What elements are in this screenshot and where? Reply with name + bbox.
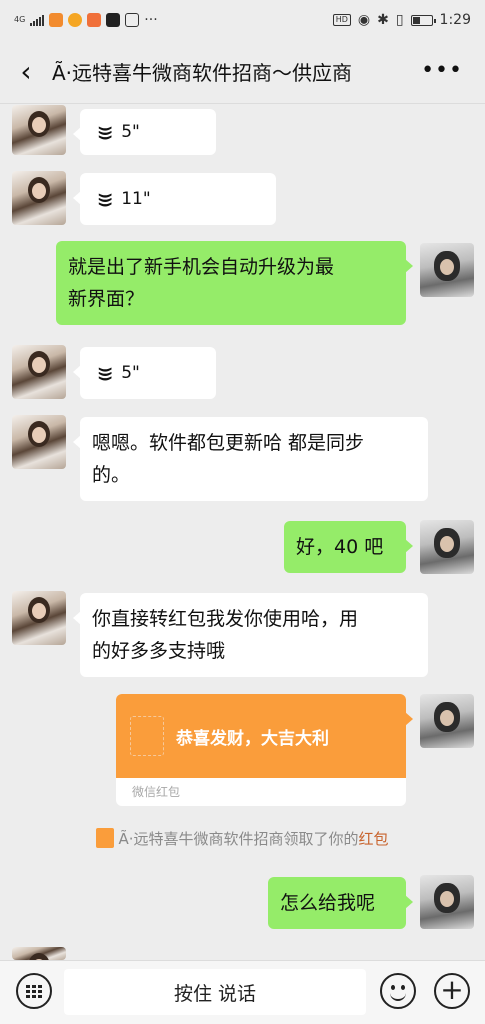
- vibrate-icon: ▯: [395, 12, 404, 28]
- voice-message[interactable]: ))) 11": [73, 173, 276, 225]
- red-packet-message[interactable]: 恭喜发财，大吉大利 微信红包: [116, 694, 406, 806]
- message-line: 你直接转红包我发你使用哈，用: [92, 608, 359, 630]
- message-line: 怎么给我呢: [280, 892, 376, 914]
- battery-icon: [410, 14, 436, 26]
- my-avatar[interactable]: [420, 243, 474, 297]
- eye-icon: ◉: [357, 12, 371, 28]
- red-packet-label: 微信红包: [132, 785, 181, 799]
- contact-avatar[interactable]: [12, 947, 66, 960]
- clock: 1:29: [439, 12, 471, 28]
- hold-to-talk-button[interactable]: 按住 说话: [64, 969, 366, 1015]
- emoji-button[interactable]: [380, 973, 416, 1009]
- contact-avatar[interactable]: [12, 345, 66, 399]
- app-notification-icon: [87, 13, 102, 27]
- signal-icon: [30, 14, 45, 26]
- message-line: 好，40 吧: [296, 536, 384, 558]
- keyboard-toggle-button[interactable]: [16, 973, 52, 1009]
- chat-title: Ã·远特喜牛微商软件招商～供应商: [52, 61, 353, 85]
- app-notification-icon: [125, 13, 140, 27]
- voice-duration: 5": [121, 363, 140, 383]
- red-packet-greeting: 恭喜发财，大吉大利: [176, 728, 329, 749]
- contact-avatar[interactable]: [12, 105, 66, 155]
- voice-message[interactable]: ))) 5": [73, 347, 216, 399]
- message-list[interactable]: ))) 5" ))) 11" 就是出了新手机会自动升级为最 新界面？ ))) 5…: [0, 105, 485, 960]
- chat-header: ‹ Ã·远特喜牛微商软件招商～供应商 •••: [0, 40, 485, 104]
- message-line: 新界面？: [68, 288, 145, 310]
- system-message: Ã·远特喜牛微商软件招商领取了你的红包: [0, 828, 485, 849]
- tiktok-icon: [106, 13, 121, 27]
- contact-avatar[interactable]: [12, 171, 66, 225]
- text-message[interactable]: 就是出了新手机会自动升级为最 新界面？: [56, 241, 413, 325]
- bluetooth-icon: ✱: [377, 12, 389, 28]
- keyboard-icon: [26, 984, 42, 998]
- text-message[interactable]: 怎么给我呢: [268, 877, 413, 929]
- app-notification-icon: [49, 13, 64, 27]
- voice-duration: 11": [121, 189, 151, 209]
- message-line: 的。: [92, 464, 131, 486]
- more-dots-icon: •••: [421, 58, 463, 83]
- chevron-left-icon: ‹: [20, 55, 32, 88]
- red-packet-body: 恭喜发财，大吉大利: [116, 694, 406, 778]
- message-line: 就是出了新手机会自动升级为最: [68, 256, 335, 278]
- plus-icon: +: [440, 973, 464, 1006]
- voice-wave-icon: ))): [96, 192, 113, 206]
- message-line: 的好多多支持哦: [92, 640, 226, 662]
- status-bar: 4G ··· HD ◉ ✱ ▯ 1:29: [0, 0, 485, 40]
- system-message-text: Ã·远特喜牛微商软件招商领取了你的: [118, 830, 359, 848]
- my-avatar[interactable]: [420, 520, 474, 574]
- my-avatar[interactable]: [420, 694, 474, 748]
- text-message[interactable]: 好，40 吧: [284, 521, 413, 573]
- more-notifications-icon: ···: [144, 12, 158, 28]
- red-packet-icon: [130, 716, 164, 756]
- voice-message[interactable]: ))) 5": [73, 109, 216, 155]
- voice-duration: 5": [121, 122, 140, 142]
- voice-wave-icon: ))): [96, 366, 113, 380]
- text-message[interactable]: 嗯嗯。软件都包更新哈 都是同步 的。: [73, 417, 428, 501]
- app-notification-icon: [68, 13, 83, 27]
- back-button[interactable]: ‹: [0, 40, 52, 104]
- contact-avatar[interactable]: [12, 415, 66, 469]
- input-bar: 按住 说话 +: [0, 960, 485, 1024]
- contact-avatar[interactable]: [12, 591, 66, 645]
- voice-wave-icon: ))): [96, 125, 113, 139]
- more-button[interactable]: •••: [421, 58, 463, 83]
- more-functions-button[interactable]: +: [434, 973, 470, 1009]
- red-packet-link[interactable]: 红包: [359, 830, 389, 848]
- red-packet-small-icon: [96, 828, 115, 848]
- my-avatar[interactable]: [420, 875, 474, 929]
- network-type: 4G: [14, 15, 26, 24]
- message-line: 嗯嗯。软件都包更新哈 都是同步: [92, 432, 365, 454]
- text-message[interactable]: 你直接转红包我发你使用哈，用 的好多多支持哦: [73, 593, 428, 677]
- hd-badge: HD: [332, 14, 351, 26]
